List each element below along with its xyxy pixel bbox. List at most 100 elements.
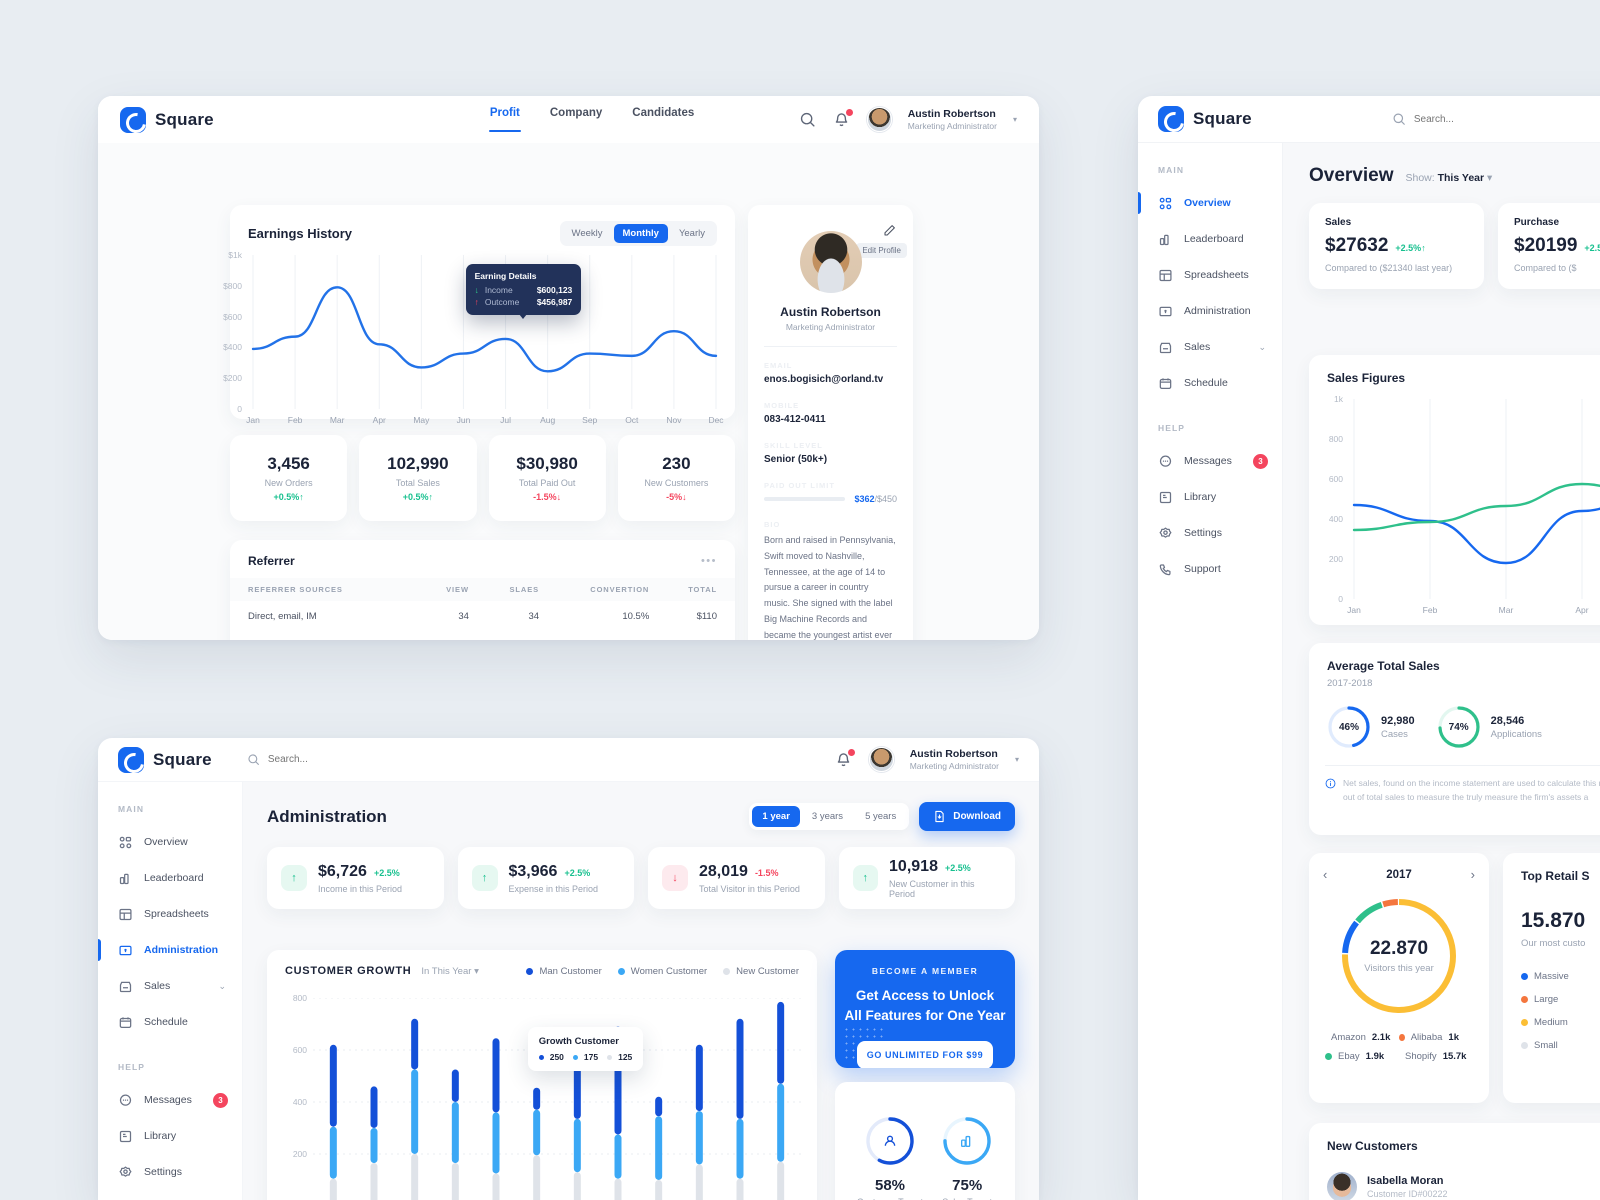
- range-1-year[interactable]: 1 year: [752, 806, 800, 827]
- sidebar-item-label: Sales: [1184, 341, 1211, 353]
- chevron-down-icon[interactable]: ▾: [1015, 755, 1019, 764]
- square-logo-icon: [120, 106, 146, 133]
- tab-company[interactable]: Company: [550, 107, 602, 132]
- sidebar-item-administration[interactable]: Administration: [1138, 293, 1282, 329]
- range-yearly[interactable]: Yearly: [670, 224, 714, 243]
- tooltip-value-income: $600,123: [536, 285, 573, 296]
- sidebar-item-label: Spreadsheets: [144, 908, 209, 920]
- sidebar-item-label: Messages: [1184, 455, 1232, 467]
- bell-icon[interactable]: [835, 748, 855, 769]
- ring-percent: 74%: [1448, 721, 1469, 733]
- tooltip-legend-item: 250: [538, 1052, 564, 1062]
- tab-profit[interactable]: Profit: [488, 107, 521, 132]
- legend-label: New Customer: [736, 965, 799, 977]
- avatar[interactable]: [866, 107, 892, 132]
- sidebar-item-schedule[interactable]: Schedule: [98, 1004, 242, 1040]
- average-note-text: Net sales, found on the income statement…: [1343, 778, 1600, 803]
- square-logo-icon: [118, 746, 144, 773]
- sidebar-item-messages[interactable]: Messages 3: [98, 1082, 242, 1118]
- avatar[interactable]: [868, 747, 894, 772]
- list-item[interactable]: Isabella Moran Customer ID#00222: [1327, 1161, 1600, 1200]
- sidebar-item-settings[interactable]: Settings: [1138, 515, 1282, 551]
- tooltip-row-income: ↓ Income $600,123: [475, 285, 573, 295]
- search-box[interactable]: [1392, 112, 1600, 126]
- sidebar-item-sales[interactable]: Sales ⌄: [98, 968, 242, 1004]
- progress-ring: 46%: [1327, 705, 1371, 749]
- table-row[interactable]: Direct, email, IM 34 34 10.5% $110: [230, 601, 735, 632]
- mini-stat-card: ↓ 28,019 -1.5% Total Visitor in this Per…: [648, 847, 825, 909]
- table-column-header: TOTAL: [671, 578, 735, 601]
- ring-number: 28,546: [1490, 714, 1525, 727]
- sidebar-item-overview[interactable]: Overview: [1138, 185, 1282, 221]
- y-tick-label: 600: [292, 1045, 307, 1055]
- sidebar-item-library[interactable]: Library: [1138, 479, 1282, 515]
- legend-value: 1k: [1448, 1032, 1459, 1043]
- mini-value: 10,918: [889, 857, 938, 875]
- legend-label: Amazon: [1331, 1032, 1366, 1043]
- y-tick-label: 200: [1328, 554, 1343, 564]
- sidebar-item-leaderboard[interactable]: Leaderboard: [98, 860, 242, 896]
- sidebar-item-spreadsheets[interactable]: Spreadsheets: [1138, 257, 1282, 293]
- chevron-down-icon[interactable]: ▾: [1013, 115, 1017, 124]
- brand-logo-c[interactable]: Square: [118, 746, 212, 773]
- chevron-down-icon[interactable]: ⌄: [218, 981, 226, 992]
- search-input[interactable]: [1413, 113, 1600, 125]
- legend-item: Alibaba 1k: [1399, 1032, 1459, 1043]
- x-tick-label: Sep: [582, 415, 598, 425]
- referrer-menu-icon[interactable]: •••: [701, 555, 717, 567]
- sidebar-item-schedule[interactable]: Schedule: [1138, 365, 1282, 401]
- chevron-down-icon[interactable]: ⌄: [1258, 342, 1266, 353]
- table-column-header: VIEW: [430, 578, 491, 601]
- range-3-years[interactable]: 3 years: [802, 806, 853, 827]
- download-button[interactable]: Download: [919, 802, 1015, 831]
- next-year-button[interactable]: ›: [1471, 867, 1475, 882]
- range-monthly[interactable]: Monthly: [613, 224, 668, 243]
- x-tick-label: Apr: [1575, 605, 1589, 615]
- page-title: Overview: [1309, 165, 1394, 186]
- sidebar-item-support[interactable]: Support: [1138, 551, 1282, 587]
- panel-c-topbar: Square Austin Robertson Marketing Admini…: [98, 738, 1039, 782]
- growth-period-select[interactable]: In This Year ▾: [421, 966, 478, 977]
- kpi-value: 230: [662, 454, 691, 473]
- x-tick-label: May: [413, 415, 430, 425]
- promo-kicker: BECOME A MEMBER: [871, 966, 979, 976]
- search-input[interactable]: [267, 754, 468, 765]
- sidebar-item-label: Administration: [144, 944, 219, 956]
- sidebar-item-overview[interactable]: Overview: [98, 824, 242, 860]
- top-retail-legend: Massive Large Medium Small: [1503, 949, 1600, 1051]
- new-customers-card: New Customers ••• Isabella Moran Custome…: [1309, 1123, 1600, 1200]
- range-5-years[interactable]: 5 years: [855, 806, 906, 827]
- membership-promo-card: BECOME A MEMBER Get Access to Unlock All…: [835, 950, 1015, 1068]
- range-weekly[interactable]: Weekly: [563, 224, 612, 243]
- sidebar-item-settings[interactable]: Settings: [98, 1154, 242, 1190]
- brand-logo-b[interactable]: Square: [1158, 106, 1252, 132]
- table-row[interactable]: dribbble.com237510.5%$200: [230, 632, 735, 640]
- trend-arrow-icon: ↑: [852, 865, 879, 891]
- search-box-c[interactable]: [247, 753, 468, 766]
- sidebar-item-spreadsheets[interactable]: Spreadsheets: [98, 896, 242, 932]
- edit-profile-icon[interactable]: [882, 223, 897, 243]
- brand-logo[interactable]: Square: [120, 106, 214, 133]
- user-info[interactable]: Austin Robertson Marketing Administrator: [910, 748, 999, 772]
- edit-profile-label[interactable]: Edit Profile: [856, 243, 907, 258]
- tab-candidates[interactable]: Candidates: [632, 107, 694, 132]
- bar-chart-icon: [961, 1135, 971, 1147]
- sidebar-item-sales[interactable]: Sales ⌄: [1138, 329, 1282, 365]
- mini-cards-row: ↑ $6,726 +2.5% Income in this Period ↑ $3…: [243, 831, 1039, 909]
- kpi-delta: +0.5%↑: [273, 492, 304, 502]
- user-info[interactable]: Austin Robertson Marketing Administrator: [908, 108, 997, 132]
- average-total-sales-card: Average Total Sales 2017-2018 46% 92,980…: [1309, 643, 1600, 835]
- sidebar-item-leaderboard[interactable]: Leaderboard: [1138, 221, 1282, 257]
- search-icon[interactable]: [799, 111, 817, 129]
- grid-icon: [1159, 197, 1172, 209]
- mini-value: 28,019: [699, 862, 748, 880]
- bell-icon[interactable]: [833, 108, 853, 129]
- prev-year-button[interactable]: ‹: [1323, 867, 1327, 882]
- legend-label: Women Customer: [630, 965, 708, 977]
- growth-tooltip-items: 250 175 125: [538, 1052, 632, 1062]
- mini-delta: -1.5%: [754, 867, 779, 878]
- show-filter[interactable]: Show: This Year ▾: [1406, 172, 1493, 184]
- sidebar-item-library[interactable]: Library: [98, 1118, 242, 1154]
- sidebar-item-messages[interactable]: Messages 3: [1138, 443, 1282, 479]
- sidebar-item-administration[interactable]: Administration: [98, 932, 242, 968]
